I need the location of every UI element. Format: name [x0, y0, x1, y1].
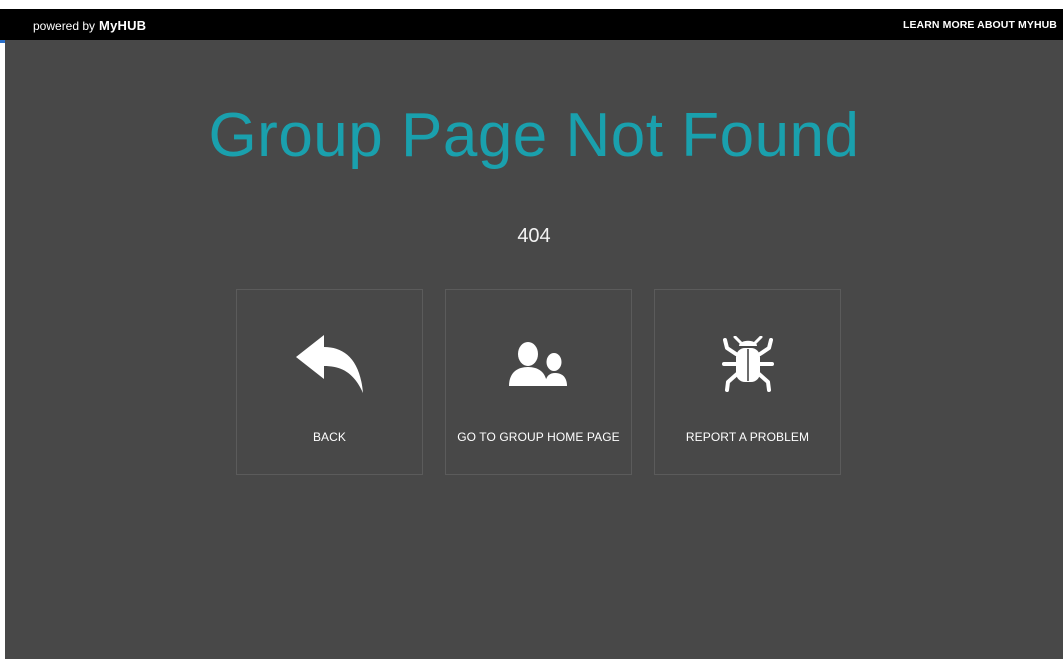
main-content: Group Page Not Found 404 BACK GO TO GROU…	[5, 40, 1063, 659]
report-problem-button-label: REPORT A PROBLEM	[685, 430, 810, 444]
back-arrow-icon	[237, 334, 422, 394]
report-problem-button[interactable]: REPORT A PROBLEM	[654, 289, 841, 475]
group-users-icon	[446, 334, 631, 394]
back-button[interactable]: BACK	[236, 289, 423, 475]
error-code: 404	[517, 225, 551, 247]
action-tiles: BACK GO TO GROUP HOME PAGE REPORT A PROB…	[236, 289, 841, 475]
top-bar: powered by MyHUB LEARN MORE ABOUT MYHUB	[0, 9, 1063, 40]
brand-logo-text[interactable]: MyHUB	[99, 18, 146, 33]
faded-background-nav	[11, 484, 15, 522]
group-home-button-label: GO TO GROUP HOME PAGE	[457, 430, 620, 444]
bug-icon	[655, 334, 840, 394]
back-button-label: BACK	[312, 430, 347, 444]
group-home-button[interactable]: GO TO GROUP HOME PAGE	[445, 289, 632, 475]
viewport: powered by MyHUB LEARN MORE ABOUT MYHUB …	[0, 0, 1063, 659]
page-title: Group Page Not Found	[208, 101, 860, 170]
powered-by: powered by MyHUB	[33, 18, 146, 33]
powered-by-prefix: powered by	[33, 19, 96, 33]
learn-more-link[interactable]: LEARN MORE ABOUT MYHUB	[903, 19, 1057, 31]
